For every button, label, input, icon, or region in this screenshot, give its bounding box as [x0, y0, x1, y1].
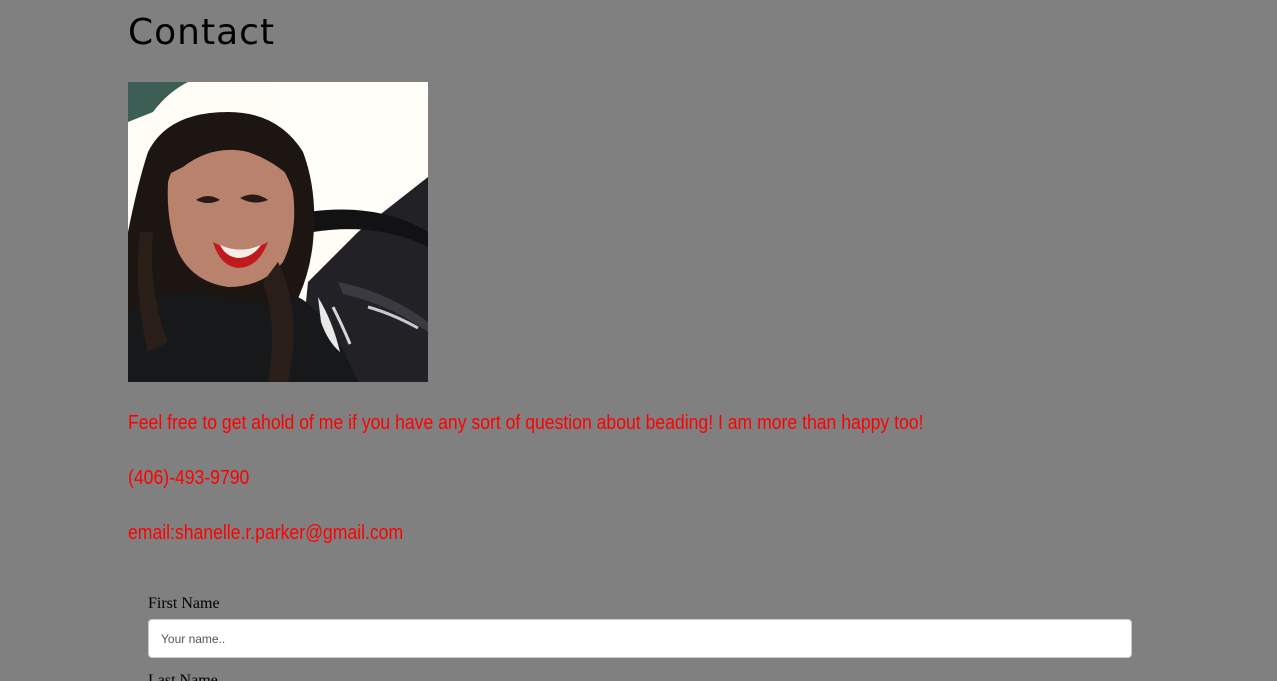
contact-message: Feel free to get ahold of me if you have… [128, 412, 924, 434]
page-title: Contact [128, 12, 276, 53]
profile-photo [128, 82, 428, 382]
phone-number: (406)-493-9790 [128, 467, 250, 489]
email-address: email:shanelle.r.parker@gmail.com [128, 522, 404, 544]
contact-page: Contact Feel free to get ahold of me if … [0, 0, 1277, 681]
first-name-label: First Name [148, 595, 220, 612]
last-name-label: Last Name [148, 672, 218, 681]
first-name-input[interactable] [148, 619, 1132, 658]
